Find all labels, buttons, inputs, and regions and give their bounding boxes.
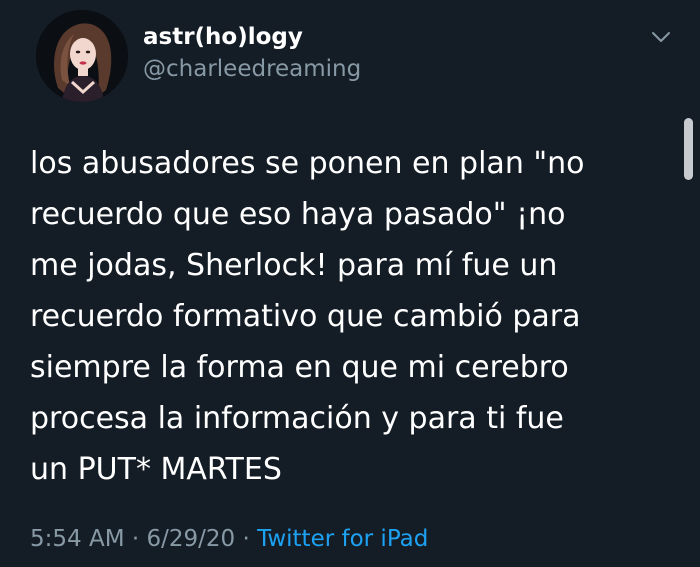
meta-separator: · [242,526,250,552]
tweet-text-line: un PUT* MARTES [30,452,282,487]
tweet-meta: 5:54 AM · 6/29/20 · Twitter for iPad [30,524,428,554]
tweet-text-line: procesa la información y para ti fue [30,401,564,436]
tweet-text-line: recuerdo formativo que cambió para [30,299,581,334]
tweet-text: los abusadores se ponen en plan "no recu… [30,138,670,495]
tweet-text-line: recuerdo que eso haya pasado" ¡no [30,197,566,232]
author-names: astr(ho)logy @charleedreaming [143,22,361,86]
tweet-time[interactable]: 5:54 AM [30,526,125,552]
profile-avatar[interactable] [36,10,128,102]
tweet-card: astr(ho)logy @charleedreaming los abusad… [0,0,700,567]
avatar-illustration-icon [36,10,128,102]
tweet-text-line: me jodas, Sherlock! para mí fue un [30,248,558,283]
tweet-text-line: los abusadores se ponen en plan "no [30,146,585,181]
scrollbar-thumb[interactable] [684,118,693,180]
tweet-source-link[interactable]: Twitter for iPad [257,526,428,552]
author-handle[interactable]: @charleedreaming [143,52,361,86]
tweet-date[interactable]: 6/29/20 [146,526,235,552]
author-display-name[interactable]: astr(ho)logy [143,22,361,52]
tweet-text-line: siempre la forma en que mi cerebro [30,350,569,385]
chevron-down-icon[interactable] [650,28,672,46]
meta-separator: · [131,526,140,552]
